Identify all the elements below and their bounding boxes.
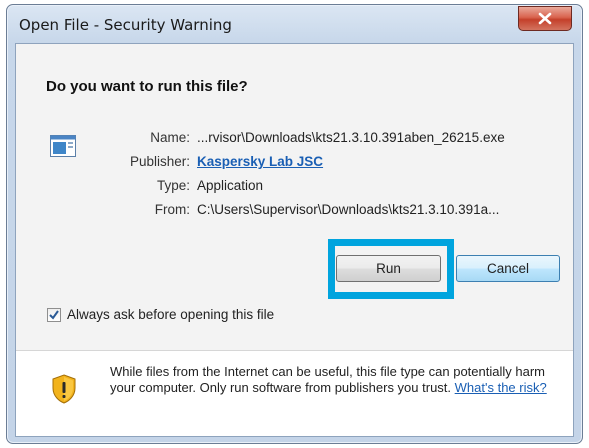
- dialog-body: Do you want to run this file? Name: ...r…: [15, 43, 574, 437]
- cancel-button[interactable]: Cancel: [456, 255, 560, 282]
- security-warning-dialog: Open File - Security Warning Do you want…: [6, 4, 583, 444]
- checkmark-icon: [49, 310, 59, 320]
- name-label: Name:: [150, 130, 190, 145]
- warning-message: While files from the Internet can be use…: [110, 364, 550, 396]
- run-button-highlight: [328, 239, 454, 299]
- publisher-label: Publisher:: [129, 154, 190, 169]
- name-value: ...rvisor\Downloads\kts21.3.10.391aben_2…: [197, 130, 505, 145]
- from-label: From:: [154, 202, 190, 217]
- publisher-link[interactable]: Kaspersky Lab JSC: [197, 154, 323, 169]
- warning-shield-icon: [52, 374, 76, 404]
- from-value: C:\Users\Supervisor\Downloads\kts21.3.10…: [197, 202, 500, 217]
- always-ask-label[interactable]: Always ask before opening this file: [67, 307, 274, 322]
- type-value: Application: [197, 178, 264, 193]
- title-bar[interactable]: Open File - Security Warning: [7, 5, 582, 43]
- window-title: Open File - Security Warning: [19, 16, 232, 34]
- close-button[interactable]: [518, 6, 572, 31]
- whats-the-risk-link[interactable]: What's the risk?: [455, 380, 547, 395]
- close-icon: [538, 12, 552, 25]
- type-label: Type:: [156, 178, 190, 193]
- question-heading: Do you want to run this file?: [46, 78, 248, 95]
- content-area: Do you want to run this file? Name: ...r…: [16, 44, 573, 350]
- always-ask-checkbox[interactable]: [47, 308, 61, 322]
- application-file-icon: [50, 135, 76, 157]
